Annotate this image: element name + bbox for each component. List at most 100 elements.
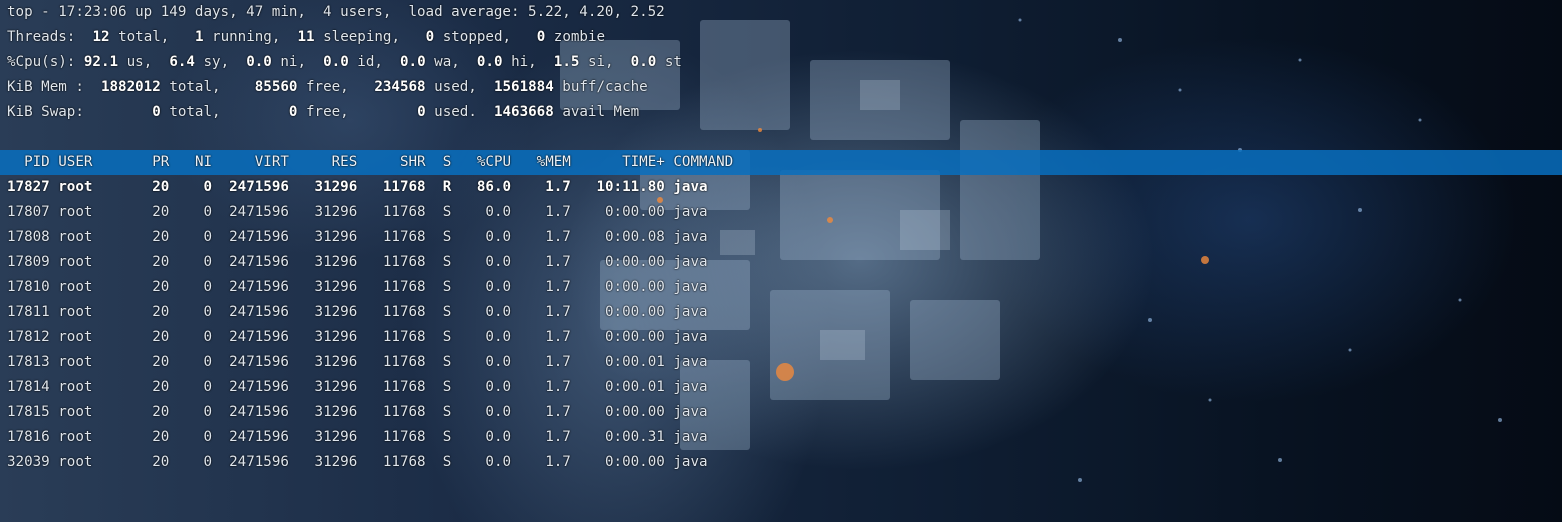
cell-time: 0:00.00	[579, 254, 665, 270]
cell-user: root	[58, 454, 136, 470]
cell-shr: 11768	[365, 404, 426, 420]
process-table-header: PID USER PR NI VIRT RES SHR S %CPU %MEM …	[0, 150, 1562, 175]
cell-user: root	[58, 229, 136, 245]
cpu-wa-label: wa,	[434, 54, 460, 70]
cell-pr: 20	[143, 204, 170, 220]
uptime-text: top - 17:23:06 up 149 days, 47 min, 4 us…	[7, 4, 665, 20]
cell-pr: 20	[143, 304, 170, 320]
cell-cpu: 0.0	[459, 304, 512, 320]
swap-avail: 1463668	[493, 104, 554, 120]
cell-command: java	[673, 429, 742, 445]
cell-ni: 0	[177, 404, 213, 420]
cell-shr: 11768	[365, 179, 426, 195]
cpu-us: 92.1	[83, 54, 119, 70]
threads-stopped: 0	[425, 29, 435, 45]
cell-user: root	[58, 429, 136, 445]
cpu-ni: 0.0	[246, 54, 272, 70]
process-row: 17814 root 20 0 2471596 31296 11768 S 0.…	[0, 375, 1562, 400]
cell-user: root	[58, 279, 136, 295]
cell-shr: 11768	[365, 379, 426, 395]
process-row: 17811 root 20 0 2471596 31296 11768 S 0.…	[0, 300, 1562, 325]
header-cpu: %CPU	[459, 154, 512, 170]
cell-ni: 0	[177, 279, 213, 295]
cell-shr: 11768	[365, 279, 426, 295]
cell-virt: 2471596	[220, 454, 289, 470]
mem-total-label: total,	[169, 79, 221, 95]
process-table-body: 17827 root 20 0 2471596 31296 11768 R 86…	[0, 175, 1562, 475]
header-virt: VIRT	[220, 154, 289, 170]
mem-buff-label: buff/cache	[562, 79, 648, 95]
cell-user: root	[58, 254, 136, 270]
cell-state: S	[434, 379, 452, 395]
cell-command: java	[673, 204, 742, 220]
header-pid: PID	[7, 154, 50, 170]
cell-shr: 11768	[365, 254, 426, 270]
header-user: USER	[58, 154, 136, 170]
cell-virt: 2471596	[220, 429, 289, 445]
cell-pid: 17810	[7, 279, 50, 295]
mem-buff-cache: 1561884	[493, 79, 554, 95]
process-row: 17807 root 20 0 2471596 31296 11768 S 0.…	[0, 200, 1562, 225]
swap-line: KiB Swap: 0 total, 0 free, 0 used. 14636…	[0, 100, 1562, 125]
cell-command: java	[673, 354, 742, 370]
cell-pid: 17809	[7, 254, 50, 270]
cell-pr: 20	[143, 179, 170, 195]
cell-pid: 17811	[7, 304, 50, 320]
header-res: RES	[297, 154, 358, 170]
cell-res: 31296	[297, 404, 358, 420]
cell-virt: 2471596	[220, 229, 289, 245]
cell-ni: 0	[177, 429, 213, 445]
cell-shr: 11768	[365, 304, 426, 320]
cell-virt: 2471596	[220, 304, 289, 320]
cell-state: S	[434, 454, 452, 470]
cell-mem: 1.7	[519, 454, 571, 470]
cell-mem: 1.7	[519, 204, 571, 220]
cell-res: 31296	[297, 229, 358, 245]
cell-state: S	[434, 204, 452, 220]
mem-free-label: free,	[306, 79, 349, 95]
swap-free: 0	[288, 104, 298, 120]
threads-line: Threads: 12 total, 1 running, 11 sleepin…	[0, 25, 1562, 50]
cell-pr: 20	[143, 229, 170, 245]
cell-res: 31296	[297, 179, 358, 195]
cell-pr: 20	[143, 429, 170, 445]
threads-total-label: total,	[118, 29, 170, 45]
cell-user: root	[58, 304, 136, 320]
process-row: 32039 root 20 0 2471596 31296 11768 S 0.…	[0, 450, 1562, 475]
cell-pid: 32039	[7, 454, 50, 470]
cell-time: 10:11.80	[579, 179, 665, 195]
cell-cpu: 0.0	[459, 329, 512, 345]
cpu-sy-label: sy,	[203, 54, 230, 70]
cell-mem: 1.7	[519, 379, 571, 395]
cell-state: S	[434, 429, 452, 445]
cell-ni: 0	[177, 204, 213, 220]
threads-label: Threads:	[7, 29, 76, 45]
cell-command: java	[673, 179, 742, 195]
cell-res: 31296	[297, 454, 358, 470]
cell-pr: 20	[143, 379, 170, 395]
threads-zombie-label: zombie	[553, 29, 606, 45]
process-row: 17827 root 20 0 2471596 31296 11768 R 86…	[0, 175, 1562, 200]
cell-state: S	[434, 404, 452, 420]
cell-user: root	[58, 179, 136, 195]
cell-command: java	[673, 379, 742, 395]
cpu-st-label: st	[664, 54, 682, 70]
uptime-line: top - 17:23:06 up 149 days, 47 min, 4 us…	[0, 0, 1562, 25]
cell-command: java	[673, 404, 742, 420]
threads-zombie: 0	[536, 29, 546, 45]
cell-virt: 2471596	[220, 279, 289, 295]
process-row: 17813 root 20 0 2471596 31296 11768 S 0.…	[0, 350, 1562, 375]
cell-user: root	[58, 354, 136, 370]
cell-pr: 20	[143, 254, 170, 270]
cell-state: S	[434, 254, 452, 270]
cell-shr: 11768	[365, 429, 426, 445]
cell-virt: 2471596	[220, 329, 289, 345]
cell-res: 31296	[297, 429, 358, 445]
cpu-ni-label: ni,	[280, 54, 307, 70]
cell-time: 0:00.00	[579, 204, 665, 220]
cell-cpu: 0.0	[459, 229, 512, 245]
header-ni: NI	[177, 154, 213, 170]
cell-pid: 17816	[7, 429, 50, 445]
cell-state: S	[434, 304, 452, 320]
